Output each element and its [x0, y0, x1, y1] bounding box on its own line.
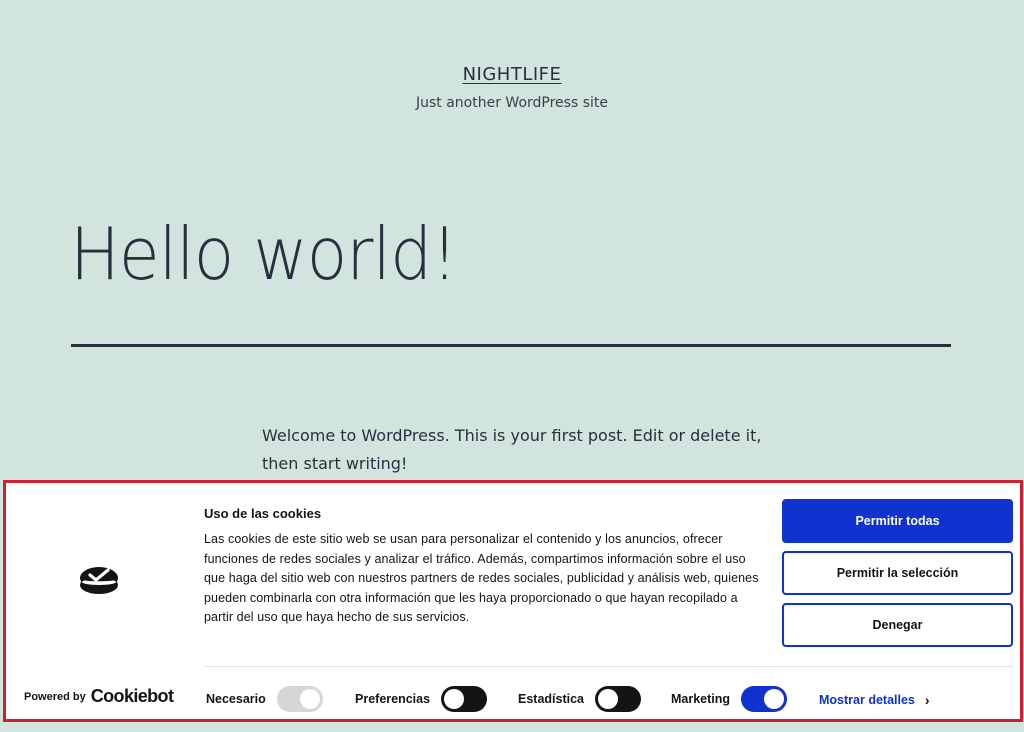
switch-knob [299, 689, 320, 709]
cookie-banner-text: Las cookies de este sitio web se usan pa… [204, 532, 759, 625]
site-title-link[interactable]: NIGHTLIFE [463, 64, 562, 85]
cookiebot-brand: Cookiebot [90, 686, 174, 706]
preferencias-switch[interactable] [441, 686, 488, 712]
allow-all-button[interactable]: Permitir todas [782, 499, 1013, 543]
estadistica-switch[interactable] [595, 686, 642, 712]
cookie-banner-title: Uso de las cookies [204, 506, 322, 521]
cookie-banner-divider [204, 666, 1014, 667]
toggle-estadistica: Estadística [518, 686, 642, 712]
marketing-switch[interactable] [741, 686, 788, 712]
toggle-marketing: Marketing [671, 686, 788, 712]
cookiebot-logo-icon [80, 567, 118, 594]
switch-knob [444, 689, 465, 709]
site-header: NIGHTLIFE Just another WordPress site [0, 64, 1024, 111]
post-content: Welcome to WordPress. This is your first… [262, 426, 762, 473]
toggle-label-estadistica: Estadística [518, 692, 585, 706]
toggle-label-necesario: Necesario [206, 692, 266, 706]
cookie-consent-banner: Uso de las cookies Las cookies de este s… [3, 480, 1023, 722]
site-description: Just another WordPress site [415, 95, 608, 111]
powered-by-label: Powered by [24, 690, 86, 703]
switch-knob [598, 689, 619, 709]
chevron-right-icon: › [924, 692, 930, 708]
toggle-label-preferencias: Preferencias [355, 692, 431, 706]
title-separator [71, 344, 951, 347]
deny-button[interactable]: Denegar [782, 603, 1013, 647]
allow-selection-button[interactable]: Permitir la selección [782, 551, 1013, 595]
post-title: Hello world! [70, 212, 458, 296]
show-details-link[interactable]: Mostrar detalles › [819, 692, 930, 708]
powered-by-cookiebot[interactable]: Powered by Cookiebot [24, 686, 174, 707]
toggle-preferencias: Preferencias [355, 686, 488, 712]
show-details-label: Mostrar detalles [819, 693, 915, 707]
toggle-label-marketing: Marketing [671, 692, 731, 706]
switch-knob [764, 689, 785, 709]
toggle-necesario: Necesario [206, 686, 323, 712]
necesario-switch [276, 686, 323, 712]
